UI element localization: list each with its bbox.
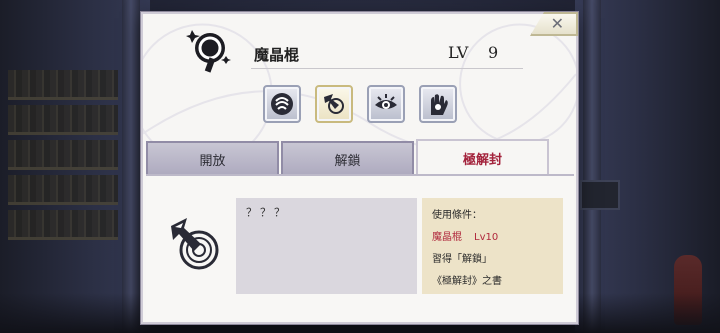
bookshelf: [8, 210, 118, 240]
level-value: 9: [488, 43, 499, 62]
title-divider: [251, 68, 523, 69]
bookshelf: [8, 70, 118, 100]
skill-button-1[interactable]: [263, 85, 301, 123]
required-book: 《極解封》之書: [432, 276, 502, 287]
tab-unlock[interactable]: 解鎖: [281, 141, 414, 175]
tab-open[interactable]: 開放: [146, 141, 279, 175]
pickaxe-swirl-skill-icon-large: [171, 218, 219, 270]
tab-bar: 開放 解鎖 極解封: [146, 139, 549, 175]
tab-ultimate-unseal[interactable]: 極解封: [416, 139, 549, 175]
item-name: 魔晶棍: [254, 46, 300, 64]
bookshelf: [8, 175, 118, 205]
hand-swirl-skill-icon: [271, 93, 293, 115]
tab-content: ？？？ 使用條件： 魔晶棍 Lv10 習得「解鎖」 《極解封》之書: [146, 176, 574, 322]
conditions-title: 使用條件：: [432, 210, 482, 221]
skill-description: ？？？: [236, 198, 417, 294]
required-level: Lv10: [474, 232, 499, 243]
usage-conditions: 使用條件： 魔晶棍 Lv10 習得「解鎖」 《極解封》之書: [422, 198, 563, 294]
item-detail-dialog: ✕ 魔晶棍 LV 9 開放 解鎖 極解封 ？？？ 使用條件： 魔晶棍 Lv10 …: [141, 12, 578, 324]
pillar: [583, 0, 601, 333]
skill-button-4[interactable]: [419, 85, 457, 123]
eye-skill-icon: [375, 94, 397, 109]
required-item: 魔晶棍: [432, 232, 462, 243]
close-icon: ✕: [550, 14, 564, 33]
background-table: [580, 180, 620, 210]
hand-flame-skill-icon: [431, 94, 448, 115]
pickaxe-swirl-skill-icon: [324, 94, 344, 114]
bookshelf: [8, 105, 118, 135]
skill-button-3[interactable]: [367, 85, 405, 123]
background-library-left: [0, 0, 150, 333]
pillar: [122, 0, 140, 333]
level-label: LV: [448, 43, 469, 62]
required-item-level: 魔晶棍 Lv10: [432, 227, 553, 249]
pickaxe-swirl-item-icon: [186, 30, 231, 73]
skill-button-2[interactable]: [315, 85, 353, 123]
bookshelf: [8, 140, 118, 170]
background-library-right: [575, 0, 720, 333]
skill-selector: [263, 85, 457, 123]
required-skill: 習得「解鎖」: [432, 254, 492, 265]
close-button[interactable]: ✕: [530, 12, 578, 36]
